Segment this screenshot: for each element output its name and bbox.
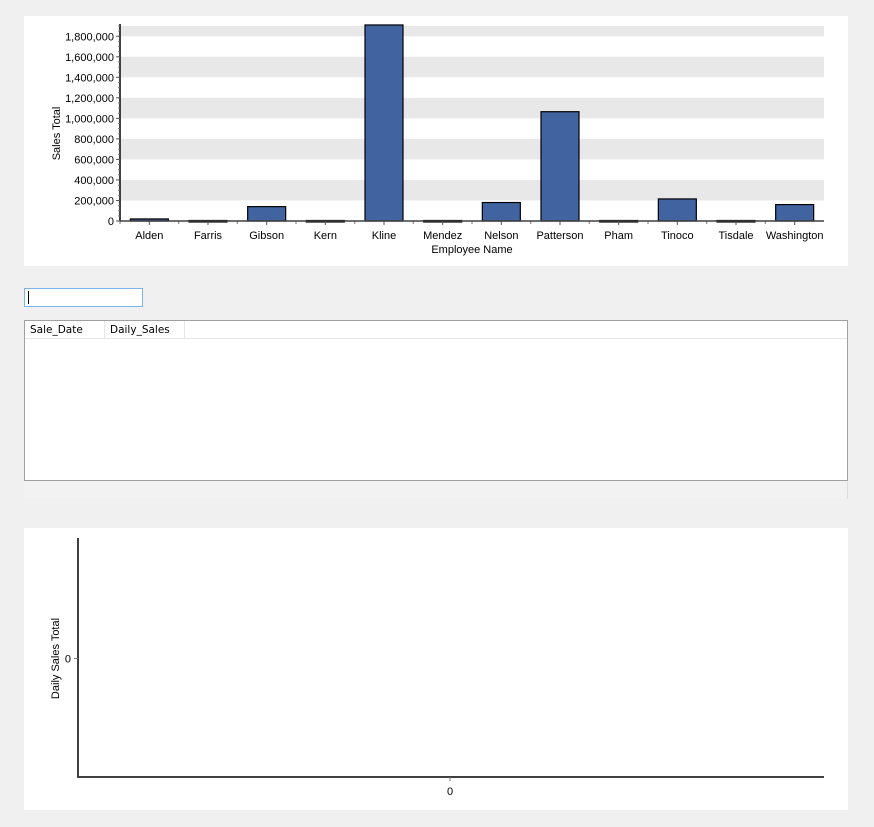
x-tick-label: Nelson [484, 230, 518, 242]
y-tick-label: 600,000 [74, 154, 114, 166]
y-tick-label: 0 [65, 654, 71, 666]
bar-washington [775, 203, 815, 222]
bar-patterson [540, 111, 580, 222]
x-tick-label: 0 [447, 786, 453, 798]
x-tick-label: Mendez [423, 230, 462, 242]
y-tick-label: 1,600,000 [65, 52, 114, 64]
x-tick-label: Farris [194, 230, 223, 242]
text-caret [28, 291, 29, 304]
y-tick-label: 400,000 [74, 175, 114, 187]
daily-sales-svg: 00Daily Sales Total [50, 538, 824, 798]
grid-band [120, 56, 824, 78]
x-tick-label: Tisdale [718, 230, 753, 242]
sales-by-employee-chart: Alden Farris Gibson Kern Kline Mendez Nelson Pa… [24, 16, 848, 266]
y-tick-label: 1,800,000 [65, 31, 114, 43]
grid-band [120, 26, 824, 37]
bar-gibson [247, 206, 287, 222]
x-tick-label: Washington [766, 230, 824, 242]
y-tick-label: 800,000 [74, 134, 114, 146]
y-tick-label: 1,400,000 [65, 72, 114, 84]
daily-sales-table[interactable]: Sale_Date Daily_Sales [24, 320, 848, 481]
bar-tinoco [657, 198, 697, 222]
table-header: Sale_Date Daily_Sales [25, 321, 847, 339]
x-axis-title: Employee Name [431, 244, 512, 256]
y-tick-label: 1,000,000 [65, 113, 114, 125]
x-tick-label: Gibson [249, 230, 284, 242]
column-header-sale-date[interactable]: Sale_Date [25, 321, 105, 338]
daily-sales-chart: 0 0 Daily Sales Total [24, 528, 848, 810]
grid-band [120, 97, 824, 119]
grid-band [120, 138, 824, 160]
filter-input[interactable] [24, 288, 143, 307]
x-tick-label: Pham [604, 230, 633, 242]
y-axis-title: Sales Total [51, 107, 63, 161]
x-tick-label: Tinoco [661, 230, 694, 242]
x-tick-label: Patterson [536, 230, 583, 242]
y-tick-label: 0 [108, 216, 114, 228]
x-tick-label: Kline [372, 230, 396, 242]
y-tick-label: 1,200,000 [65, 93, 114, 105]
y-tick-label: 200,000 [74, 195, 114, 207]
x-tick-label: Alden [135, 230, 163, 242]
bar-kline [364, 24, 404, 222]
x-tick-label: Kern [314, 230, 337, 242]
bar-nelson [481, 201, 521, 222]
grid-band [120, 179, 824, 201]
sales-by-employee-svg: Alden Farris Gibson Kern Kline Mendez Nelson Pa… [51, 24, 824, 256]
table-horizontal-scrollbar[interactable] [24, 482, 848, 499]
column-header-daily-sales[interactable]: Daily_Sales [105, 321, 185, 338]
y-axis-title: Daily Sales Total [50, 618, 62, 699]
